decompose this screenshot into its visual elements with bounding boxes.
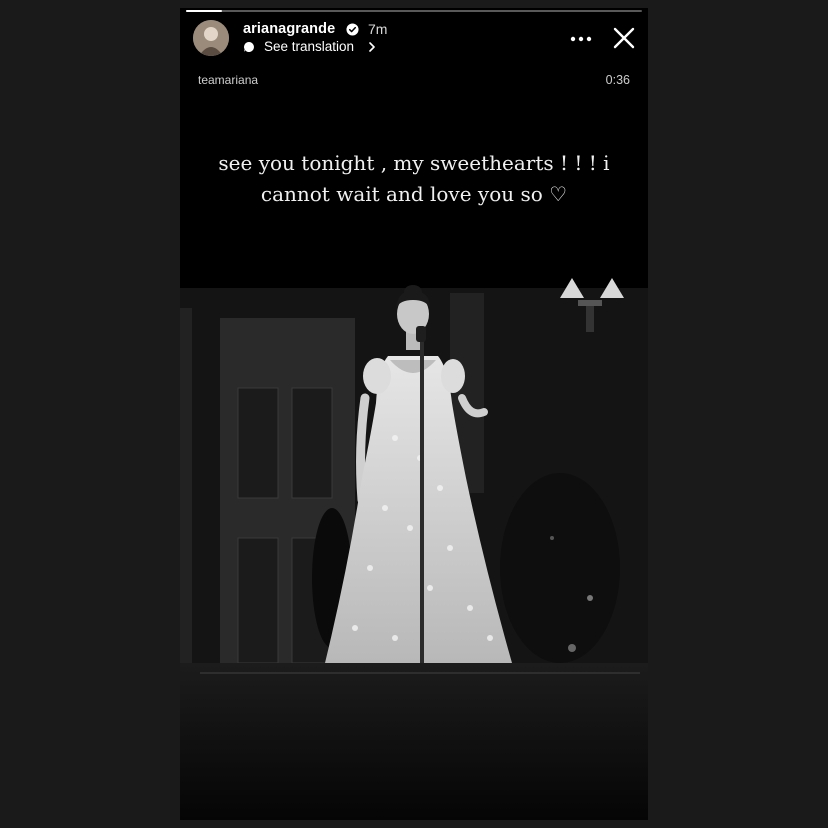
more-dots-icon[interactable] [570, 36, 592, 42]
story-caption: see you tonight , my sweethearts ! ! ! i… [218, 151, 610, 206]
story-viewer[interactable]: arianagrande 7m See translation teamaria… [180, 8, 648, 820]
story-progress-bar [186, 10, 642, 12]
video-duration: 0:36 [605, 73, 630, 87]
chevron-right-icon[interactable] [368, 42, 376, 52]
close-icon[interactable] [612, 26, 636, 50]
account-tag[interactable]: teamariana [198, 73, 258, 87]
plant [500, 473, 620, 663]
avatar[interactable] [193, 20, 229, 56]
story-video [180, 8, 648, 820]
username[interactable]: arianagrande [243, 21, 335, 37]
story-progress-fill [186, 10, 223, 12]
verified-badge-icon [346, 23, 359, 36]
translate-bubble-icon [243, 41, 254, 52]
post-time: 7m [368, 21, 388, 37]
see-translation-link[interactable]: See translation [264, 39, 354, 54]
